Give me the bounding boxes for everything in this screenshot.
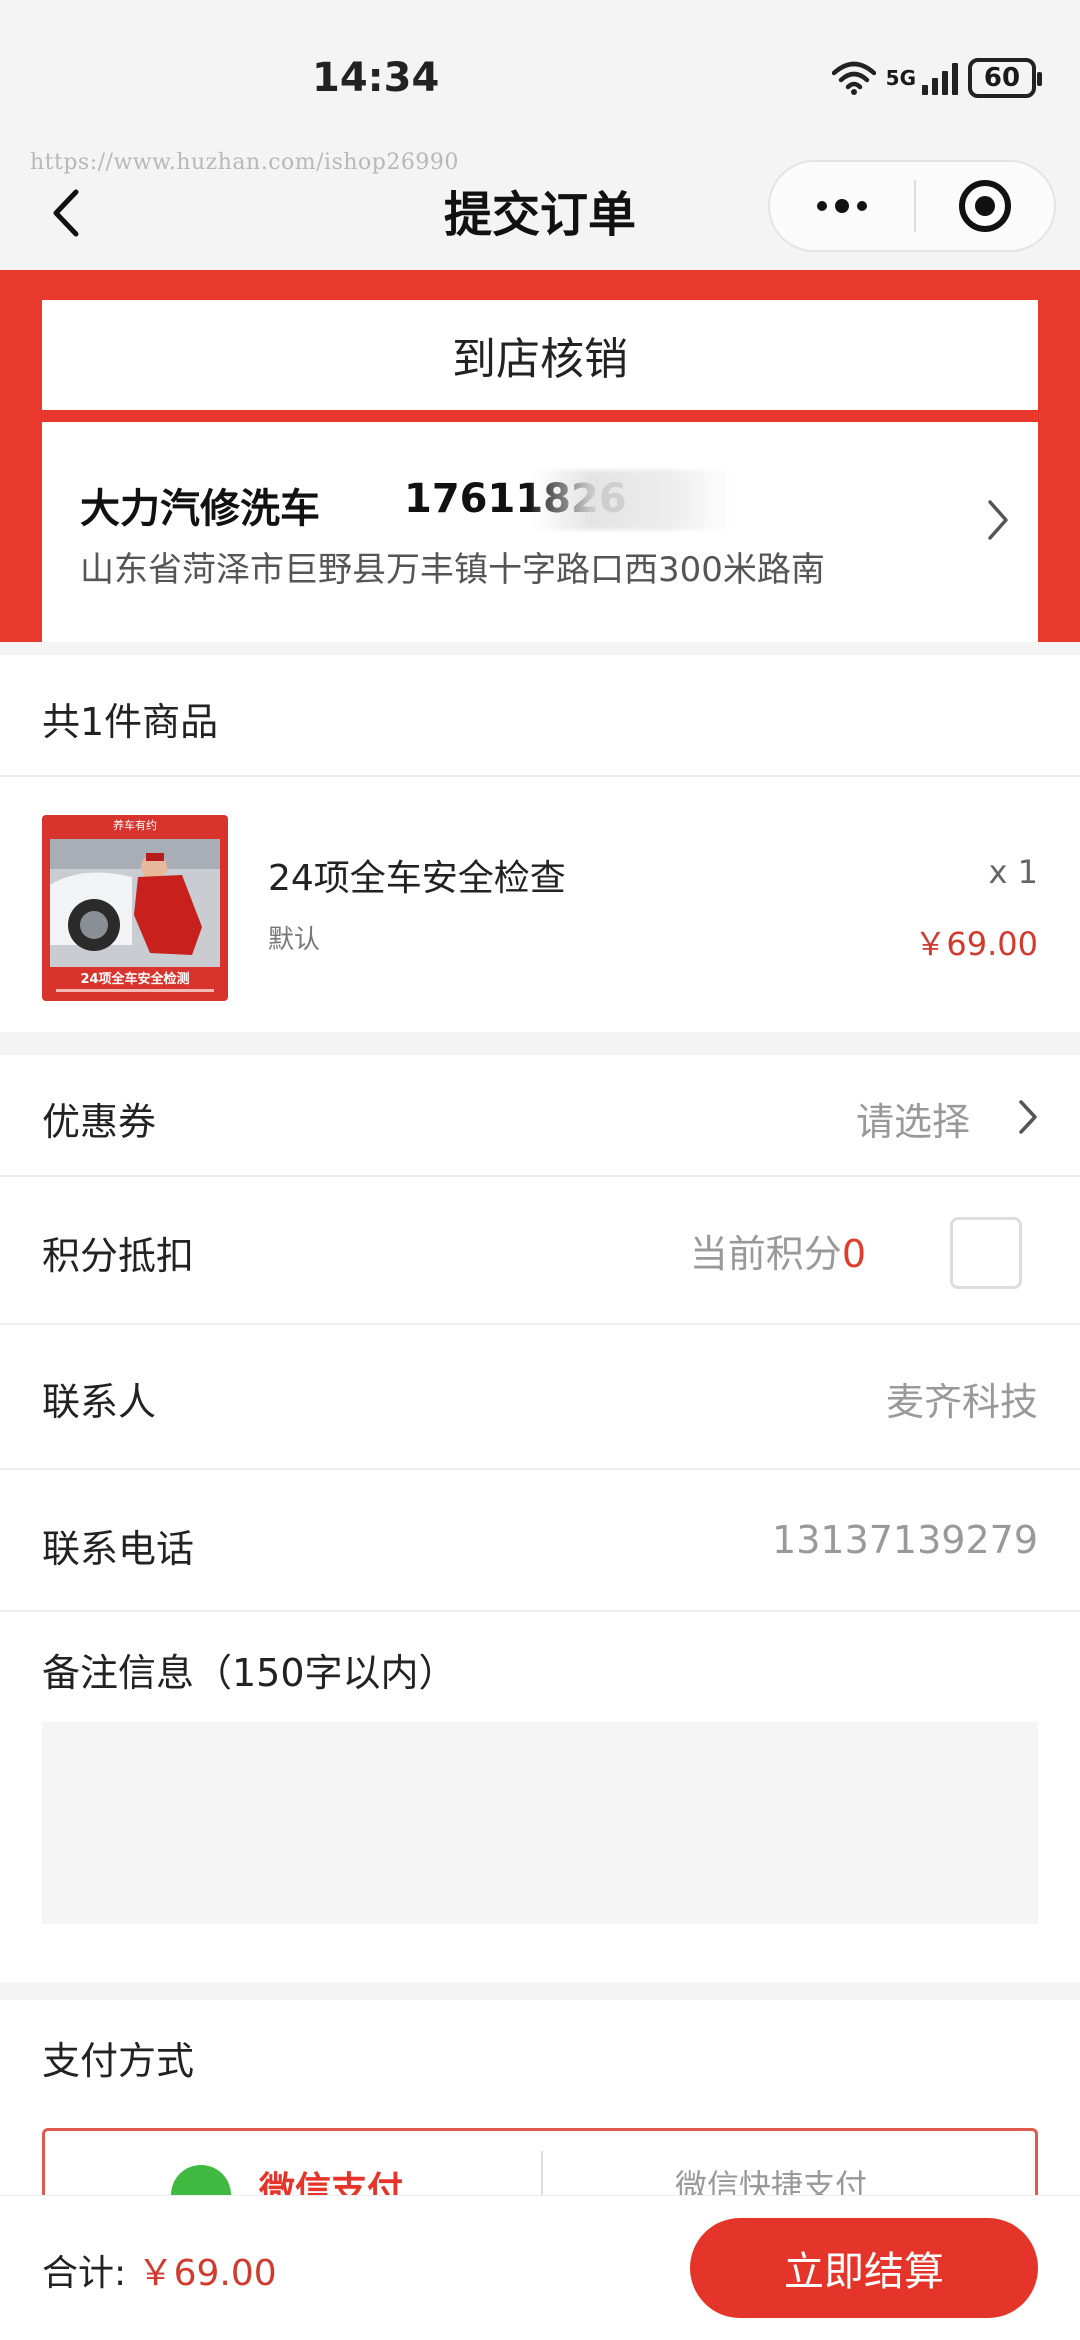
thumb-badge-text: 养车有约 xyxy=(113,818,157,832)
contact-row: 联系人 麦齐科技 xyxy=(0,1325,1080,1470)
delivery-section: 到店核销 大力汽修洗车 17611826 山东省菏泽市巨野县万丰镇十字路口西30… xyxy=(0,270,1080,642)
goods-count-header: 共1件商品 xyxy=(0,655,1080,777)
points-checkbox[interactable] xyxy=(950,1217,1022,1289)
goods-quantity: x 1 xyxy=(988,853,1038,891)
phone-input[interactable]: 13137139279 xyxy=(772,1518,1038,1562)
payment-option-wechat-quick[interactable]: 微信快捷支付 xyxy=(675,2161,867,2200)
dot-icon xyxy=(817,201,827,211)
mini-program-capsule xyxy=(768,160,1056,252)
wechat-icon xyxy=(171,2165,231,2200)
signal-icon xyxy=(922,61,958,95)
coupon-value: 请选择 xyxy=(855,1100,970,1144)
payment-divider xyxy=(541,2151,543,2200)
status-icons: 5G 60 xyxy=(831,58,1042,98)
points-label: 积分抵扣 xyxy=(42,1234,195,1278)
coupon-row[interactable]: 优惠券 请选择 xyxy=(0,1055,1080,1177)
goods-count-label: 共1件商品 xyxy=(42,700,219,744)
goods-item[interactable]: 养车有约 24项全车安全检测 24项全车安全检查 默认 x 1 ￥69.00 xyxy=(0,777,1080,1032)
total-label: 合计: xyxy=(42,2253,127,2294)
points-number: 0 xyxy=(841,1232,866,1276)
points-row: 积分抵扣 当前积分0 xyxy=(0,1177,1080,1325)
phone-row: 联系电话 13137139279 xyxy=(0,1470,1080,1612)
wifi-icon xyxy=(831,61,876,95)
more-button[interactable] xyxy=(770,162,914,250)
coupon-label: 优惠券 xyxy=(42,1100,157,1144)
remark-textarea[interactable] xyxy=(42,1722,1038,1924)
total-text: 合计: ￥69.00 xyxy=(42,2244,277,2296)
target-icon xyxy=(959,180,1011,232)
dot-icon xyxy=(857,201,867,211)
payment-option-wechat[interactable]: 微信支付 xyxy=(259,2161,403,2200)
goods-price: ￥69.00 xyxy=(914,925,1038,963)
chevron-right-icon xyxy=(988,500,1008,540)
contact-label: 联系人 xyxy=(42,1380,157,1424)
store-name: 大力汽修洗车 xyxy=(80,486,320,532)
payment-label: 支付方式 xyxy=(42,2039,195,2083)
status-time: 14:34 xyxy=(312,55,440,101)
thumb-caption-text: 24项全车安全检测 xyxy=(80,971,189,987)
contact-input[interactable]: 麦齐科技 xyxy=(886,1371,1038,1426)
phone-blur-mask xyxy=(532,470,732,530)
total-amount: ￥69.00 xyxy=(137,2253,277,2294)
close-mini-program-button[interactable] xyxy=(916,162,1054,250)
nav-bar: 提交订单 xyxy=(0,160,1080,270)
remark-section: 备注信息（150字以内） xyxy=(0,1612,1080,1982)
chevron-right-icon xyxy=(1019,1100,1037,1134)
network-label: 5G xyxy=(885,66,916,90)
goods-spec: 默认 xyxy=(268,925,321,955)
phone-label: 联系电话 xyxy=(42,1527,195,1571)
points-value: 当前积分0 xyxy=(690,1223,866,1278)
remark-label: 备注信息（150字以内） xyxy=(42,1651,457,1695)
payment-section: 支付方式 微信支付 微信快捷支付 xyxy=(0,2000,1080,2200)
bottom-bar-front: 合计: ￥69.00 立即结算 xyxy=(0,2196,1080,2340)
goods-name: 24项全车安全检查 xyxy=(268,858,566,899)
dot-icon xyxy=(835,199,849,213)
goods-thumbnail: 养车有约 24项全车安全检测 xyxy=(42,815,228,1001)
battery-icon: 60 xyxy=(968,58,1042,98)
store-address: 山东省菏泽市巨野县万丰镇十字路口西300米路南 xyxy=(80,550,825,590)
store-card[interactable]: 大力汽修洗车 17611826 山东省菏泽市巨野县万丰镇十字路口西300米路南 xyxy=(42,422,1038,642)
submit-order-button[interactable]: 立即结算 xyxy=(690,2218,1038,2318)
payment-options: 微信支付 微信快捷支付 xyxy=(42,2128,1038,2200)
points-prefix: 当前积分 xyxy=(689,1232,842,1276)
delivery-mode-tab[interactable]: 到店核销 xyxy=(42,300,1038,410)
status-bar: 14:34 5G 60 xyxy=(0,0,1080,150)
